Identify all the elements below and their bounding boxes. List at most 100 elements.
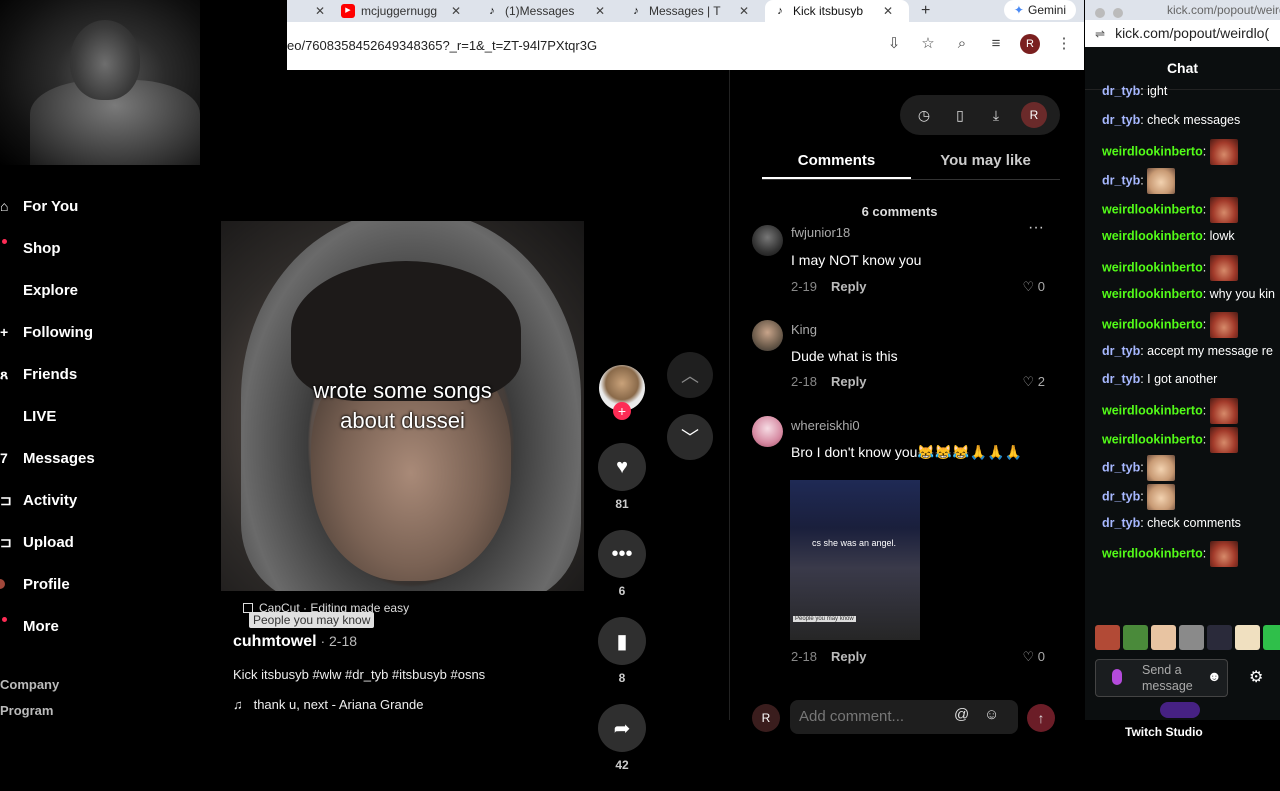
chat-emote[interactable] [1209, 139, 1238, 165]
kick-address-bar[interactable]: ⇌ kick.com/popout/weirdlo( [1085, 20, 1280, 47]
emote-option[interactable] [1095, 625, 1120, 650]
mention-icon[interactable]: @ [954, 706, 969, 723]
chat-emote[interactable] [1147, 168, 1176, 194]
tab-comments[interactable]: Comments [762, 150, 911, 179]
sidebar-item-messages[interactable]: 7 Messages [0, 437, 200, 479]
sidebar-item-for-you[interactable]: ⌂ For You [0, 185, 200, 227]
comment-like-button[interactable]: ♡ 0 [1022, 279, 1045, 295]
menu-kebab-icon[interactable]: ⋮ [1054, 34, 1074, 54]
history-icon[interactable]: ◷ [913, 107, 935, 124]
chat-username[interactable]: dr_tyb [1102, 372, 1140, 386]
comment-username[interactable]: whereiskhi0 [791, 418, 860, 433]
video-player[interactable]: wrote some songs about dussei [221, 221, 584, 591]
close-icon[interactable]: ✕ [595, 4, 605, 18]
tab-you-may-like[interactable]: You may like [911, 150, 1060, 179]
chat-username[interactable]: weirdlookinberto [1102, 403, 1203, 417]
post-comment-button[interactable]: ↑ [1027, 704, 1055, 732]
chat-emote[interactable] [1209, 312, 1238, 338]
avatar[interactable] [752, 225, 783, 256]
comment-button[interactable]: ••• [598, 530, 646, 578]
emote-option[interactable] [1179, 625, 1204, 650]
chat-username[interactable]: weirdlookinberto [1102, 546, 1203, 560]
emoji-icon[interactable]: ☺ [984, 706, 999, 723]
chat-username[interactable]: weirdlookinberto [1102, 202, 1203, 216]
download-icon[interactable]: ⤓ [985, 107, 1007, 124]
sidebar-item-profile[interactable]: Profile [0, 563, 200, 605]
chat-username[interactable]: weirdlookinberto [1102, 287, 1203, 301]
sidebar-item-more[interactable]: More [0, 605, 200, 647]
video-author[interactable]: cuhmtowel · 2-18 [233, 633, 357, 651]
chat-emote[interactable] [1209, 255, 1238, 281]
window-control[interactable] [1095, 8, 1105, 18]
close-icon[interactable]: ✕ [883, 4, 893, 18]
author-name[interactable]: cuhmtowel [233, 633, 317, 650]
tab-partial[interactable]: ✕ [287, 0, 333, 22]
comment-image[interactable]: cs she was an angel. People you may know [790, 480, 920, 640]
address-bar[interactable]: eo/7608358452649348365?_r=1&_t=ZT-94l7PX… [287, 22, 1084, 70]
share-button[interactable]: ➦ [598, 704, 646, 752]
previous-video-button[interactable]: ︿ [667, 352, 713, 398]
follow-plus-icon[interactable]: + [613, 402, 631, 420]
footer-link-company[interactable]: Company [0, 672, 59, 698]
footer-link-program[interactable]: Program [0, 698, 59, 724]
chat-username[interactable]: weirdlookinberto [1102, 317, 1203, 331]
more-options-icon[interactable]: ··· [1028, 219, 1044, 237]
chat-emote[interactable] [1209, 427, 1238, 453]
chat-emote[interactable] [1209, 541, 1238, 567]
sidebar-item-shop[interactable]: Shop [0, 227, 200, 269]
comment-username[interactable]: King [791, 322, 817, 337]
tab-messages-1[interactable]: ♪ (1)Messages ✕ [477, 0, 621, 22]
gemini-button[interactable]: ✦ Gemini [1003, 0, 1076, 20]
tab-messages-2[interactable]: ♪ Messages | T ✕ [621, 0, 765, 22]
chat-username[interactable]: weirdlookinberto [1102, 432, 1203, 446]
user-avatar[interactable]: R [752, 704, 780, 732]
chat-username[interactable]: dr_tyb [1102, 113, 1140, 127]
save-button[interactable]: ▮ [598, 617, 646, 665]
like-button[interactable]: ♥ [598, 443, 646, 491]
site-info-icon[interactable]: ⇌ [1095, 27, 1105, 41]
comment-username[interactable]: fwjunior18 [791, 225, 850, 240]
sidebar-item-upload[interactable]: ⊐ Upload [0, 521, 200, 563]
install-app-icon[interactable]: ⇩ [884, 34, 904, 54]
sidebar-item-activity[interactable]: ⊐ Activity [0, 479, 200, 521]
user-avatar[interactable]: R [1021, 102, 1047, 128]
sidebar-item-friends[interactable]: ጸ Friends [0, 353, 200, 395]
close-icon[interactable]: ✕ [315, 4, 325, 18]
chat-emote[interactable] [1209, 398, 1238, 424]
chat-emote[interactable] [1147, 484, 1176, 510]
chat-emote[interactable] [1147, 455, 1176, 481]
chat-username[interactable]: weirdlookinberto [1102, 144, 1203, 158]
profile-avatar[interactable]: R [1020, 34, 1040, 54]
chat-username[interactable]: dr_tyb [1102, 460, 1140, 474]
tab-kick-itsbusyb[interactable]: ♪ Kick itsbusyb ✕ [765, 0, 909, 22]
music-title[interactable]: thank u, next - Ariana Grande [254, 697, 424, 712]
kick-url-text[interactable]: kick.com/popout/weirdlo( [1115, 25, 1269, 41]
chat-username[interactable]: dr_tyb [1102, 489, 1140, 503]
avatar[interactable] [752, 320, 783, 351]
chat-username[interactable]: dr_tyb [1102, 173, 1140, 187]
avatar[interactable] [752, 416, 783, 447]
tab-youtube[interactable]: ▶ mcjuggernugg ✕ [333, 0, 477, 22]
emote-option[interactable] [1207, 625, 1232, 650]
comment-like-button[interactable]: ♡ 2 [1022, 374, 1045, 390]
microphone-icon[interactable] [1112, 669, 1122, 685]
emote-option[interactable] [1263, 625, 1280, 650]
creator-avatar[interactable]: + [599, 365, 645, 420]
device-icon[interactable]: ▯ [949, 107, 971, 124]
comment-like-button[interactable]: ♡ 0 [1022, 649, 1045, 665]
chat-username[interactable]: dr_tyb [1102, 516, 1140, 530]
lens-search-icon[interactable]: ⌕ [952, 34, 972, 54]
new-tab-button[interactable]: + [909, 0, 942, 22]
sidebar-item-live[interactable]: LIVE [0, 395, 200, 437]
emote-option[interactable] [1151, 625, 1176, 650]
reply-button[interactable]: Reply [831, 649, 866, 664]
close-icon[interactable]: ✕ [739, 4, 749, 18]
media-controls-icon[interactable]: ≡ [986, 34, 1006, 54]
emote-option[interactable] [1123, 625, 1148, 650]
chat-username[interactable]: dr_tyb [1102, 84, 1140, 98]
emote-option[interactable] [1235, 625, 1260, 650]
sidebar-item-explore[interactable]: Explore [0, 269, 200, 311]
send-message-input[interactable]: Send a message ☻ [1095, 659, 1228, 697]
close-icon[interactable]: ✕ [451, 4, 461, 18]
chat-username[interactable]: dr_tyb [1102, 344, 1140, 358]
